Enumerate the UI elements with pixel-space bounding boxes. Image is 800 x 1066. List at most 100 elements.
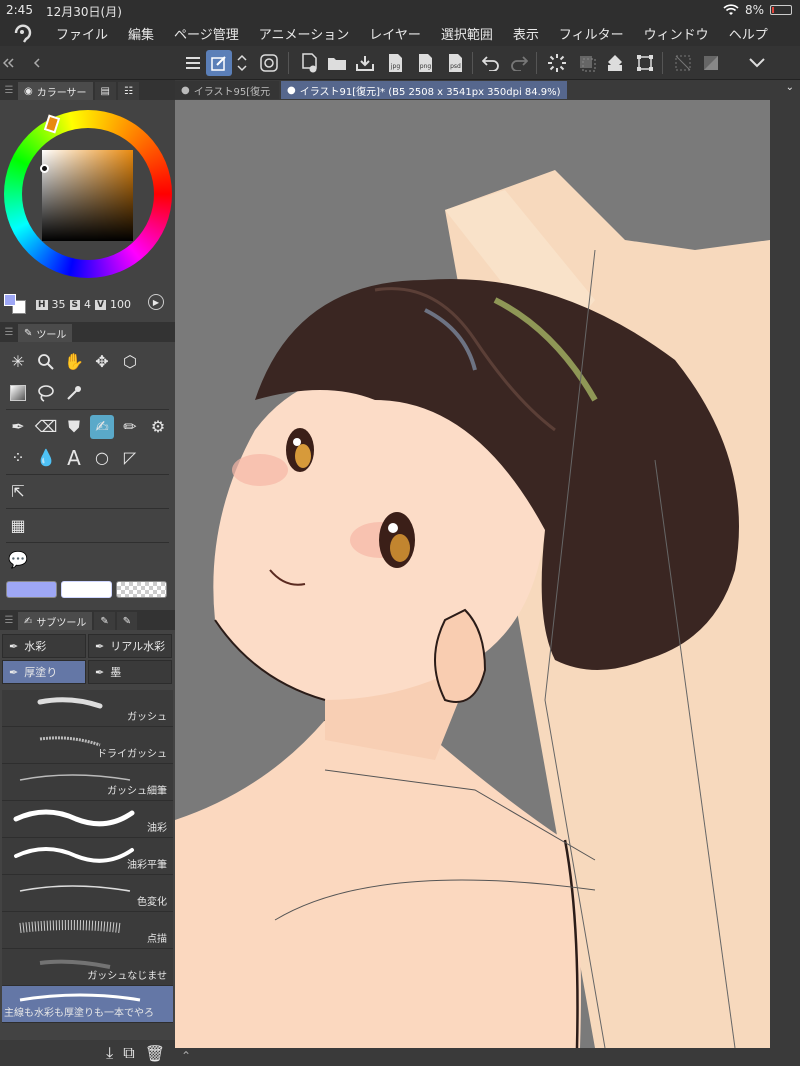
panel-grip-icon[interactable]: ☰ [0,610,18,630]
redo-icon[interactable] [506,50,532,76]
menu-selection[interactable]: 選択範囲 [431,24,503,43]
app-logo-icon[interactable] [0,20,46,46]
operation-icon[interactable]: ⇱ [6,480,30,504]
menu-window[interactable]: ウィンドウ [634,24,719,43]
subtool-tab-label: サブツール [36,617,87,629]
back-icon[interactable] [30,50,44,76]
move-icon[interactable]: ✥ [90,350,114,374]
export-jpg-icon[interactable]: jpg [382,50,408,76]
main-color-slot[interactable] [6,581,57,598]
ruler-icon[interactable]: ◸ [118,446,142,470]
crop-icon[interactable] [670,50,696,76]
group-thick-paint[interactable]: ✒ 厚塗り [2,660,86,684]
list-item[interactable]: ガッシュ細筆 [2,764,173,801]
sub-color-slot[interactable] [61,581,112,598]
list-item[interactable]: ガッシュなじませ [2,949,173,986]
fill-icon[interactable] [602,50,628,76]
menu-page[interactable]: ページ管理 [164,24,249,43]
list-item[interactable]: 油彩 [2,801,173,838]
export-png-icon[interactable]: png [412,50,438,76]
menu-layer[interactable]: レイヤー [359,24,431,43]
collapse-left-icon[interactable] [2,50,16,76]
group-real-watercolor[interactable]: ✒ リアル水彩 [88,634,172,658]
trash-icon[interactable]: 🗑 [145,1044,165,1063]
import-icon[interactable]: ⤓ [106,1043,113,1063]
main-color-swatch[interactable] [4,294,16,306]
balloon-icon[interactable]: 💬 [6,548,30,572]
tab-subtool-3[interactable]: ✎ [116,612,138,630]
text-icon[interactable]: A [62,446,86,470]
tab-dot-icon: ● [181,84,190,96]
group-ink[interactable]: ✒ 墨 [88,660,172,684]
hand-icon[interactable]: ✋ [62,350,86,374]
open-folder-icon[interactable] [324,50,350,76]
chevron-down-icon[interactable] [744,50,770,76]
edit-mode-icon[interactable] [206,50,232,76]
menu-view[interactable]: 表示 [503,24,549,43]
right-scroll-strip[interactable] [770,100,800,1066]
pencil-icon[interactable]: ✏ [118,415,142,439]
expand-up-icon[interactable]: ⌃ [181,1049,191,1063]
saturation-value-square[interactable] [42,150,133,241]
brush-icon[interactable]: ✍ [90,414,114,439]
expand-collapse-icon[interactable] [232,50,252,76]
clear-selection-icon[interactable] [574,50,600,76]
undo-icon[interactable] [478,50,504,76]
eyedropper-icon[interactable] [62,381,86,405]
list-item[interactable]: 点描 [2,912,173,949]
loading-icon[interactable] [544,50,570,76]
tab-color-slider[interactable]: ☷ [118,82,139,100]
tab-subtool[interactable]: ✍ サブツール [18,612,93,630]
tab-document-95[interactable]: ● イラスト95[復元 [175,81,279,99]
command-bar: jpg png psd [0,46,800,80]
tab-document-91[interactable]: ● イラスト91[復元]* (B5 2508 x 3541px 350dpi 8… [281,81,567,99]
figure-icon[interactable]: ○ [90,446,114,470]
hamburger-menu-icon[interactable] [180,50,206,76]
new-file-icon[interactable] [296,50,322,76]
menu-edit[interactable]: 編集 [118,24,164,43]
tabs-chevron-down-icon[interactable]: ⌄ [786,82,794,93]
gear-icon[interactable]: ⚙ [146,415,170,439]
sv-marker[interactable] [40,164,49,173]
magic-wand-icon[interactable]: ✳ [6,350,30,374]
canvas[interactable] [175,100,770,1048]
list-item[interactable]: 油彩平筆 [2,838,173,875]
export-psd-icon[interactable]: psd [442,50,468,76]
fill-bucket-icon[interactable]: ⛊ [62,415,86,439]
tab-tools[interactable]: ✎ ツール [18,324,73,342]
object-select-icon[interactable]: ⬡ [118,350,142,374]
list-item[interactable]: 主線も水彩も厚塗りも一本でやろ [2,986,173,1023]
gradient-icon[interactable] [6,381,30,405]
lasso-icon[interactable] [34,381,58,405]
frame-icon[interactable]: ▦ [6,514,30,538]
zoom-icon[interactable] [34,350,58,374]
airbrush-icon[interactable]: ⁘ [6,446,30,470]
menu-help[interactable]: ヘルプ [719,24,778,43]
transform-icon[interactable] [632,50,658,76]
invert-selection-icon[interactable] [698,50,724,76]
brush-label: 油彩 [147,823,167,834]
group-watercolor[interactable]: ✒ 水彩 [2,634,86,658]
duplicate-icon[interactable]: ⧉ [123,1043,134,1063]
export-png-label: png [420,63,432,70]
color-mode-toggle-icon[interactable]: ▶ [148,294,164,310]
blend-icon[interactable]: 💧 [34,446,58,470]
tab-color-wheel[interactable]: ◉ カラーサー [18,82,93,100]
pen-icon[interactable]: ✒ [6,415,30,439]
panel-grip-icon[interactable]: ☰ [0,322,18,342]
list-item[interactable]: ドライガッシュ [2,727,173,764]
panel-grip-icon[interactable]: ☰ [0,80,18,100]
menu-animation[interactable]: アニメーション [249,24,359,43]
status-date: 12月30日(月) [46,5,122,19]
tab-subtool-2[interactable]: ✎ [94,612,115,630]
companion-icon[interactable] [256,50,282,76]
transparent-color-slot[interactable] [116,581,167,598]
subtool-panel-tabs: ☰ ✍ サブツール ✎ ✎ [0,610,175,630]
eraser-icon[interactable]: ⌫ [34,415,58,439]
save-icon[interactable] [352,50,378,76]
list-item[interactable]: 色変化 [2,875,173,912]
tab-color-set[interactable]: ▤ [94,82,116,100]
list-item[interactable]: ガッシュ [2,690,173,727]
menu-file[interactable]: ファイル [46,24,118,43]
menu-filter[interactable]: フィルター [549,24,634,43]
